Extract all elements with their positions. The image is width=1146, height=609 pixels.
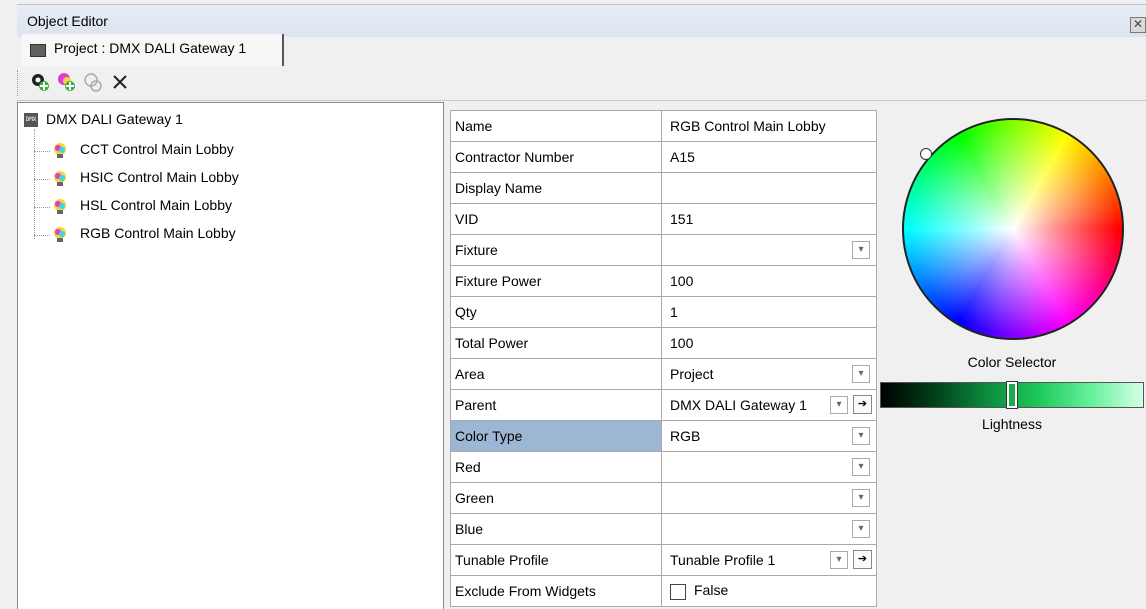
property-row[interactable]: Area Project ▾ (450, 358, 877, 390)
tree-connector (34, 129, 35, 239)
property-row[interactable]: Fixture Power 100 (450, 265, 877, 297)
chevron-down-icon[interactable]: ▾ (830, 551, 848, 569)
rgb-bulb-icon (54, 227, 66, 242)
toolbar (17, 66, 1146, 101)
color-selector-panel: Color Selector Lightness (878, 102, 1146, 442)
lightness-slider-thumb[interactable] (1006, 381, 1018, 409)
window-title: Object Editor (27, 13, 108, 29)
tree-item-label: RGB Control Main Lobby (80, 225, 236, 241)
chevron-down-icon[interactable]: ▾ (852, 458, 870, 476)
rgb-bulb-icon (54, 143, 66, 158)
tab-project[interactable]: Project : DMX DALI Gateway 1 (22, 34, 284, 66)
property-name: Color Type (450, 420, 662, 452)
add-group-icon[interactable] (55, 71, 77, 93)
chevron-down-icon[interactable]: ▾ (852, 427, 870, 445)
property-name: Red (450, 451, 662, 483)
chevron-down-icon[interactable]: ▾ (852, 520, 870, 538)
gateway-icon (30, 44, 46, 57)
property-name: VID (450, 203, 662, 235)
rgb-bulb-icon (54, 171, 66, 186)
chevron-down-icon[interactable]: ▾ (830, 396, 848, 414)
property-row[interactable]: VID 151 (450, 203, 877, 235)
property-name: Exclude From Widgets (450, 575, 662, 607)
property-name: Display Name (450, 172, 662, 204)
lightness-slider[interactable] (880, 381, 1144, 409)
property-name: Parent (450, 389, 662, 421)
color-wheel[interactable] (902, 118, 1124, 340)
color-selector-label: Color Selector (967, 354, 1057, 370)
property-name: Total Power (450, 327, 662, 359)
tree-item-label: HSIC Control Main Lobby (80, 169, 239, 185)
lightness-label: Lightness (982, 416, 1042, 432)
property-value[interactable]: RGB Control Main Lobby (670, 118, 826, 134)
property-row[interactable]: Green ▾ (450, 482, 877, 514)
property-row[interactable]: Total Power 100 (450, 327, 877, 359)
property-row[interactable]: Qty 1 (450, 296, 877, 328)
tree-item-label: HSL Control Main Lobby (80, 197, 233, 213)
property-name: Area (450, 358, 662, 390)
close-icon[interactable]: ✕ (1130, 17, 1146, 33)
tab-label: Project : DMX DALI Gateway 1 (54, 40, 247, 56)
tree-item-label: CCT Control Main Lobby (80, 141, 234, 157)
property-value[interactable]: 100 (670, 273, 693, 289)
property-value[interactable]: Project (670, 366, 714, 382)
chevron-down-icon[interactable]: ▾ (852, 489, 870, 507)
property-value[interactable]: A15 (670, 149, 695, 165)
property-name: Name (450, 110, 662, 142)
project-tree[interactable]: DMX DMX DALI Gateway 1 CCT Control Main … (17, 102, 444, 609)
property-row[interactable]: Display Name (450, 172, 877, 204)
exclude-checkbox[interactable] (670, 583, 686, 600)
property-row[interactable]: Exclude From Widgets False (450, 575, 877, 607)
property-value[interactable]: 151 (670, 211, 693, 227)
property-value: False (694, 582, 729, 599)
property-row[interactable]: Parent DMX DALI Gateway 1 ▾ ➔ (450, 389, 877, 421)
property-grid: Name RGB Control Main Lobby Contractor N… (450, 110, 877, 607)
property-row[interactable]: Name RGB Control Main Lobby (450, 110, 877, 142)
property-name: Fixture (450, 234, 662, 266)
property-row[interactable]: Color Type RGB ▾ (450, 420, 877, 452)
property-name: Qty (450, 296, 662, 328)
property-row[interactable]: Fixture ▾ (450, 234, 877, 266)
dmx-gateway-icon: DMX (24, 113, 38, 127)
property-name: Blue (450, 513, 662, 545)
property-row[interactable]: Tunable Profile Tunable Profile 1 ▾ ➔ (450, 544, 877, 576)
chevron-down-icon[interactable]: ▾ (852, 365, 870, 383)
go-to-arrow-icon[interactable]: ➔ (853, 395, 872, 414)
add-fixture-icon[interactable] (29, 71, 51, 93)
chevron-down-icon[interactable]: ▾ (852, 241, 870, 259)
toolbar-grip (17, 70, 20, 96)
rgb-bulb-icon (54, 199, 66, 214)
property-name: Green (450, 482, 662, 514)
go-to-arrow-icon[interactable]: ➔ (853, 550, 872, 569)
window-title-bar: Object Editor ✕ (17, 4, 1146, 37)
color-wheel-marker[interactable] (920, 148, 932, 160)
property-row[interactable]: Red ▾ (450, 451, 877, 483)
property-name: Contractor Number (450, 141, 662, 173)
tree-root-label: DMX DALI Gateway 1 (46, 111, 183, 127)
disabled-fixture-icon[interactable] (81, 71, 103, 93)
property-value[interactable]: RGB (670, 428, 700, 444)
property-value[interactable]: Tunable Profile 1 (670, 552, 775, 568)
property-name: Tunable Profile (450, 544, 662, 576)
property-value[interactable]: 1 (670, 304, 678, 320)
property-name: Fixture Power (450, 265, 662, 297)
delete-icon[interactable] (109, 71, 131, 93)
property-row[interactable]: Blue ▾ (450, 513, 877, 545)
property-value[interactable]: DMX DALI Gateway 1 (670, 397, 807, 413)
property-value[interactable]: 100 (670, 335, 693, 351)
property-row[interactable]: Contractor Number A15 (450, 141, 877, 173)
